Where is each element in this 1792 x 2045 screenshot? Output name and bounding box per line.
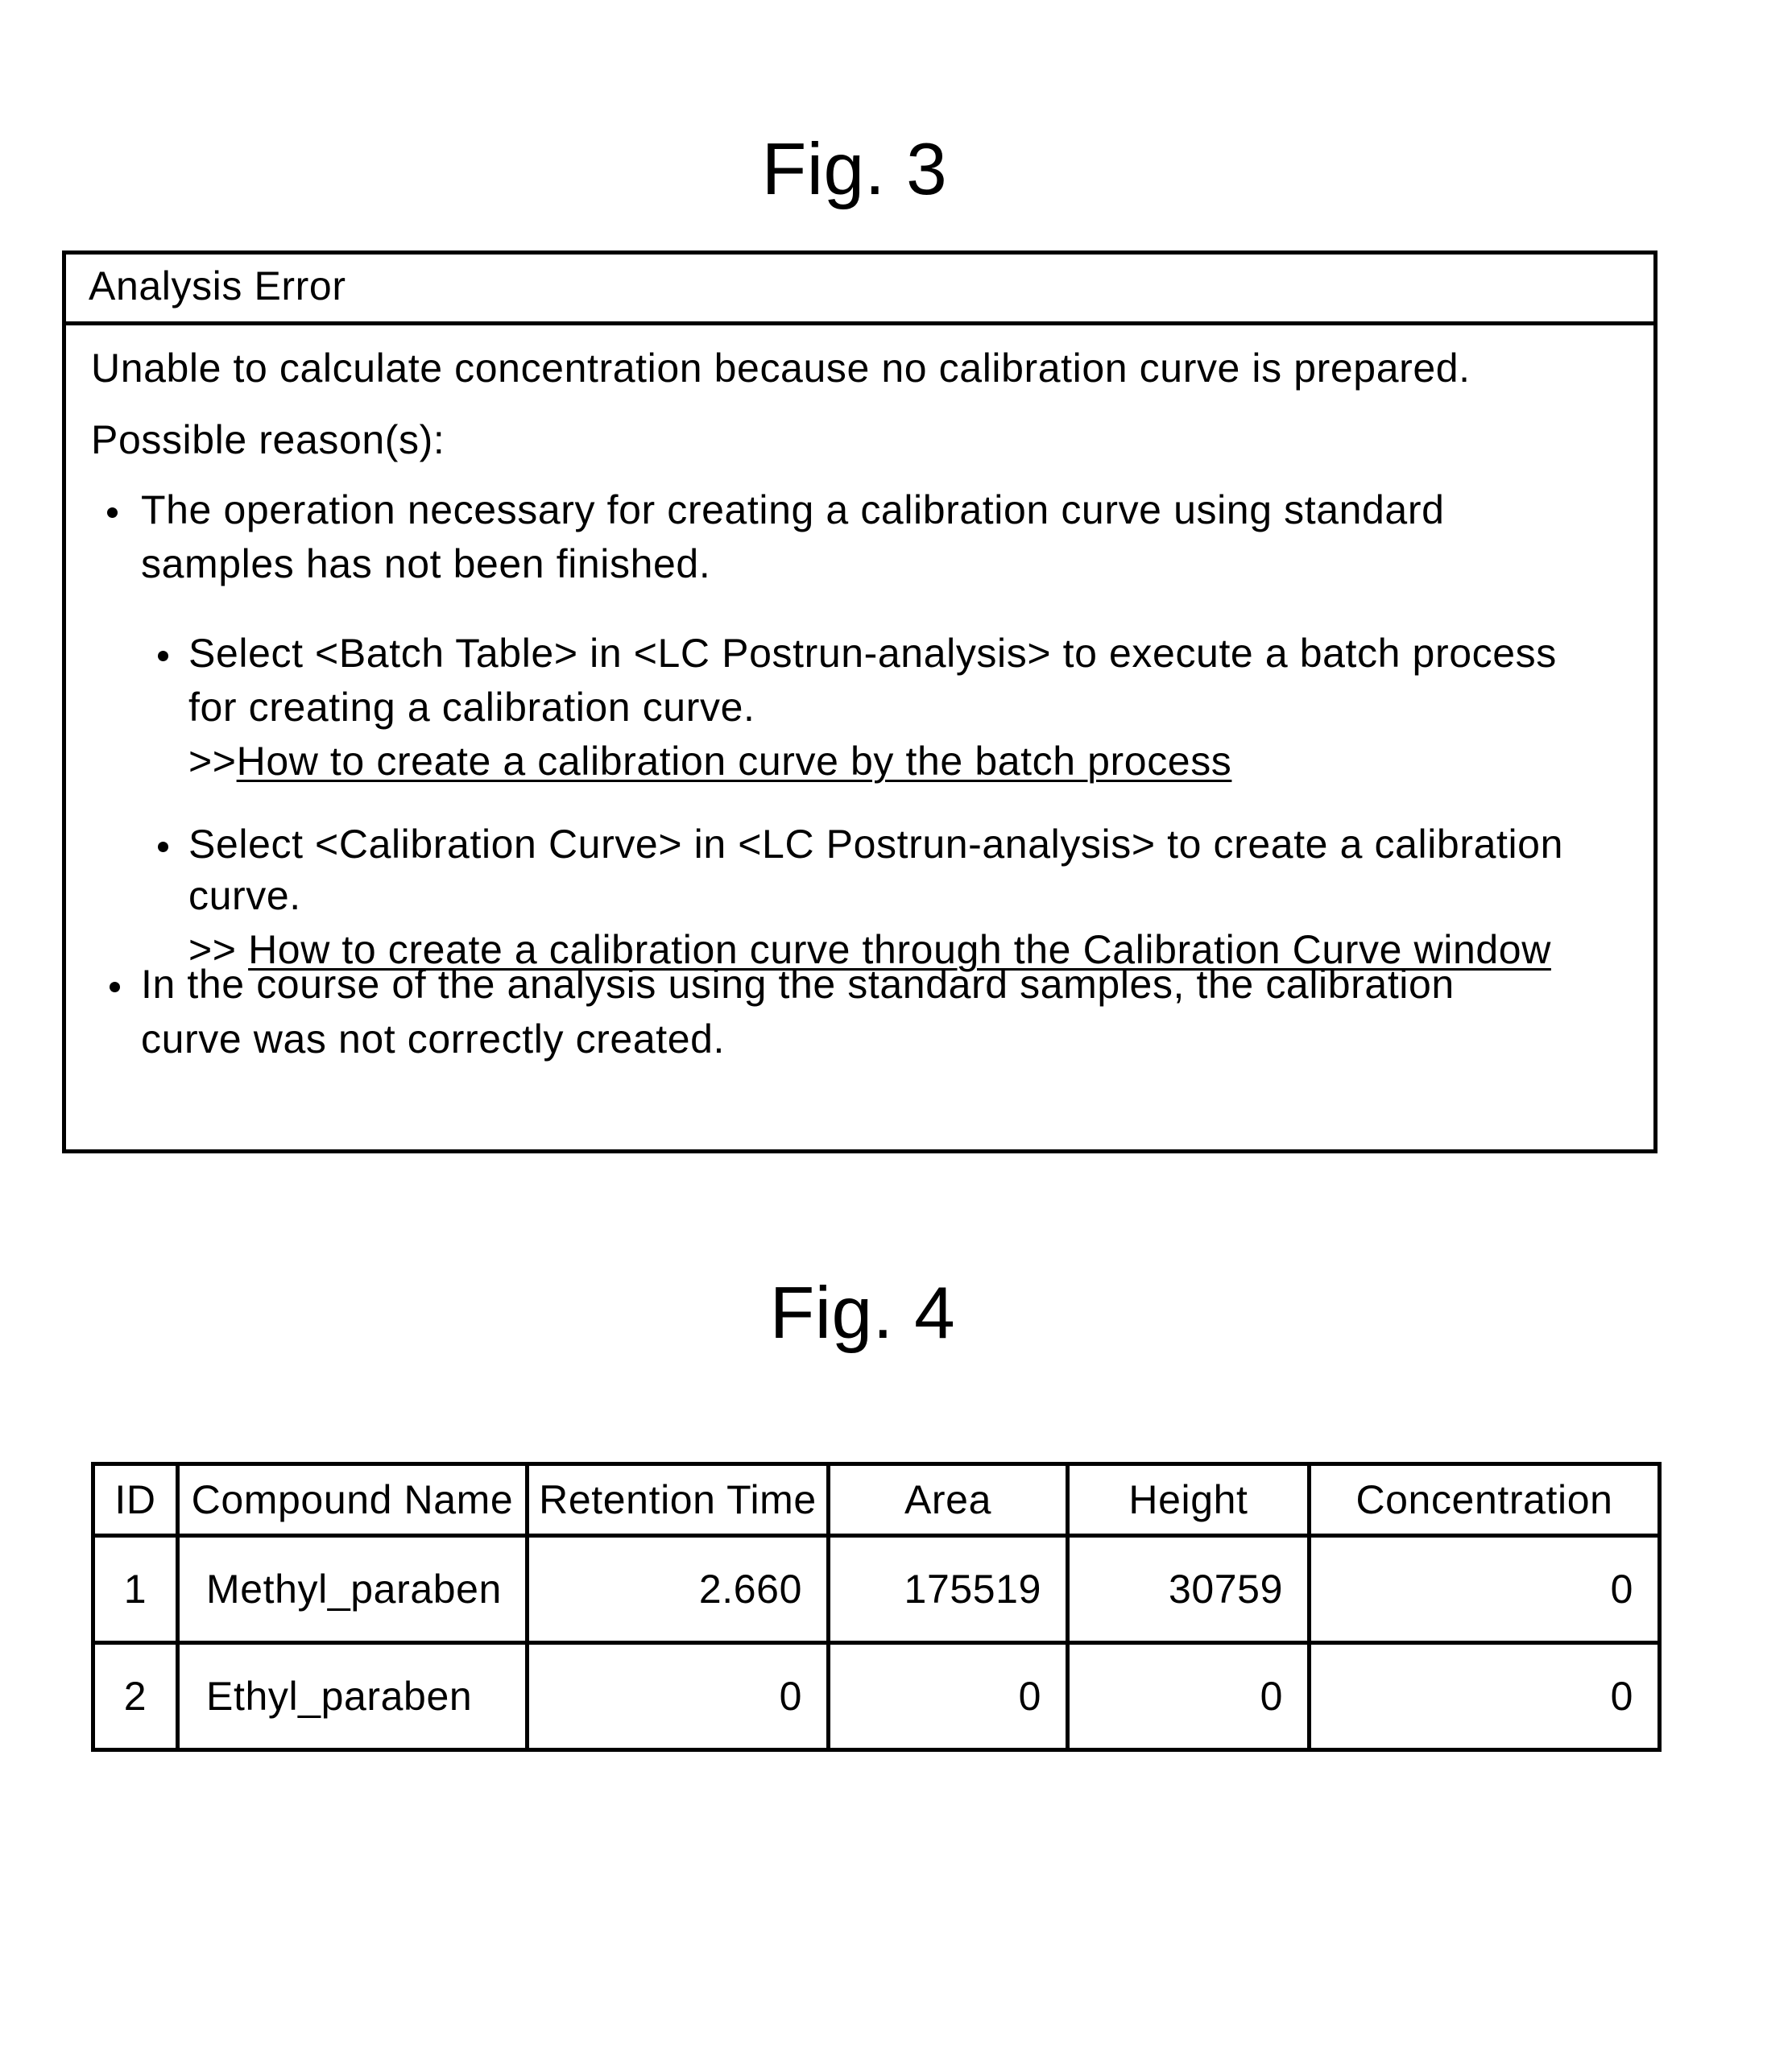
header-height: Height [1066,1462,1311,1538]
header-compound-name: Compound Name [176,1462,529,1538]
dialog-header-divider [66,321,1653,325]
cell-area: 175519 [826,1534,1070,1645]
quantitation-results-table: ID Compound Name Retention Time Area Hei… [91,1462,1662,1752]
cell-id: 1 [91,1534,180,1645]
sub-bullet-icon [158,842,168,852]
reason-2-line-1: In the course of the analysis using the … [141,962,1455,1007]
cell-compound-name: Methyl_paraben [176,1534,529,1645]
sub-item-1-line-2: for creating a calibration curve. [188,685,755,730]
fig3-caption: Fig. 3 [761,129,948,210]
cell-id: 2 [91,1641,180,1752]
help-link-batch-process[interactable]: How to create a calibration curve by the… [237,739,1232,784]
header-id: ID [91,1462,180,1538]
cell-height: 30759 [1066,1534,1311,1645]
sub-bullet-icon [158,651,168,661]
sub-item-2-line-2: curve. [188,873,301,918]
header-retention-time: Retention Time [525,1462,830,1538]
table-row: 1 Methyl_paraben 2.660 175519 30759 0 [91,1534,1662,1645]
error-message: Unable to calculate concentration becaus… [91,346,1471,391]
cell-concentration: 0 [1307,1641,1662,1752]
cell-height: 0 [1066,1641,1311,1752]
fig4-caption: Fig. 4 [769,1273,956,1354]
header-area: Area [826,1462,1070,1538]
sub-item-1-line-1: Select <Batch Table> in <LC Postrun-anal… [188,631,1557,676]
sub-item-1-link-row: >>How to create a calibration curve by t… [188,741,1231,781]
reason-1-line-2: samples has not been finished. [141,541,711,586]
bullet-icon [107,507,118,518]
cell-area: 0 [826,1641,1070,1752]
cell-compound-name: Ethyl_paraben [176,1641,529,1752]
header-concentration: Concentration [1307,1462,1662,1538]
reasons-label: Possible reason(s): [91,417,445,462]
cell-retention-time: 2.660 [525,1534,830,1645]
table-row: 2 Ethyl_paraben 0 0 0 0 [91,1641,1662,1752]
table-header-row: ID Compound Name Retention Time Area Hei… [91,1462,1662,1538]
reason-1-line-1: The operation necessary for creating a c… [141,487,1445,532]
sub-item-2-line-1: Select <Calibration Curve> in <LC Postru… [188,822,1563,867]
link-prefix: >> [188,739,237,784]
bullet-icon [110,982,120,992]
cell-retention-time: 0 [525,1641,830,1752]
cell-concentration: 0 [1307,1534,1662,1645]
dialog-title: Analysis Error [89,263,346,308]
reason-2-line-2: curve was not correctly created. [141,1016,726,1062]
